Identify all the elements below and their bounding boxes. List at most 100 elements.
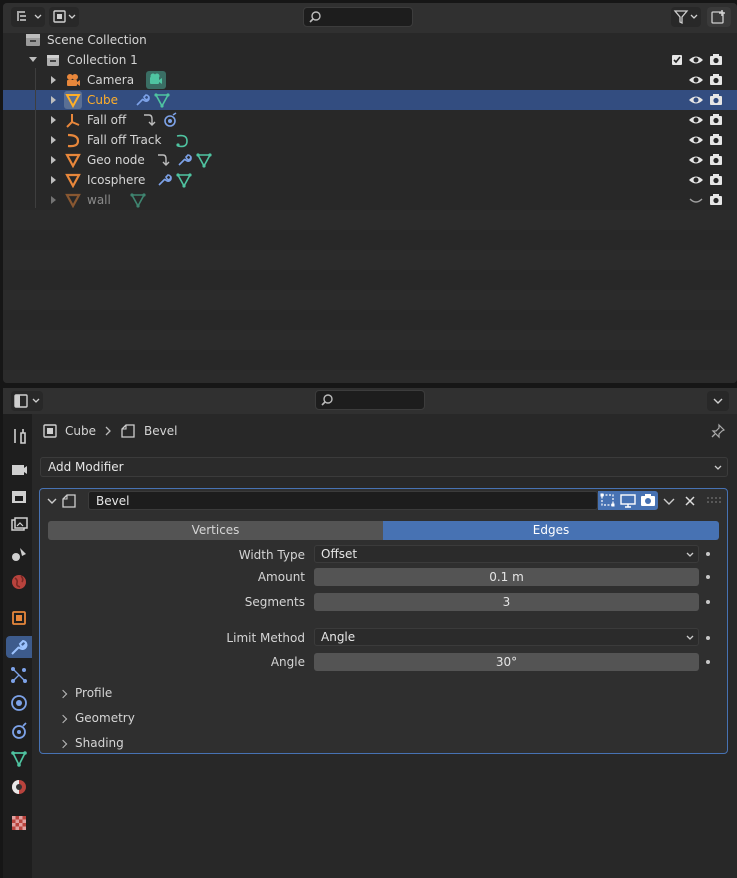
constraint-icon[interactable] xyxy=(142,112,158,128)
limit-method-dropdown[interactable]: Angle xyxy=(314,628,699,646)
expand-arrow-icon[interactable] xyxy=(51,176,56,184)
chevron-down-icon xyxy=(714,465,722,470)
physics-tab-icon[interactable] xyxy=(9,693,29,713)
outliner-row-icosphere[interactable]: Icosphere xyxy=(3,170,737,190)
chevron-down-icon[interactable] xyxy=(662,494,676,508)
camera-render-icon[interactable] xyxy=(708,92,724,108)
camera-render-icon[interactable] xyxy=(708,132,724,148)
expand-arrow-icon[interactable] xyxy=(51,156,56,164)
outliner-row-collection-1[interactable]: Collection 1 xyxy=(3,50,737,70)
render-toggle[interactable] xyxy=(638,491,658,510)
outliner-row-cube[interactable]: Cube xyxy=(3,90,737,110)
wrench-modifier-icon[interactable] xyxy=(176,152,192,168)
width-type-dropdown[interactable]: Offset xyxy=(314,545,699,563)
affect-tab-vertices[interactable]: Vertices xyxy=(48,521,383,540)
material-tab-icon[interactable] xyxy=(9,777,29,797)
mesh-data-icon[interactable] xyxy=(196,152,212,168)
keyframe-dot-icon[interactable] xyxy=(706,636,710,640)
render-tab-icon[interactable] xyxy=(9,459,29,479)
outliner-row-fall-off-track[interactable]: Fall off Track xyxy=(3,130,737,150)
tool-tab-icon[interactable] xyxy=(9,426,29,446)
object-icon xyxy=(43,424,57,438)
force-field-icon[interactable] xyxy=(162,112,178,128)
object-tab-icon[interactable] xyxy=(9,608,29,628)
edit-mode-toggle[interactable] xyxy=(598,491,618,510)
outliner-row-camera[interactable]: Camera xyxy=(3,70,737,90)
row-label: Scene Collection xyxy=(47,33,147,47)
outliner-row-scene-collection[interactable]: Scene Collection xyxy=(3,30,737,50)
mesh-data-icon[interactable] xyxy=(154,92,170,108)
texture-tab-icon[interactable] xyxy=(9,813,29,833)
add-modifier-dropdown[interactable]: Add Modifier xyxy=(40,457,728,477)
display-mode-button[interactable] xyxy=(49,7,79,27)
affect-tab-edges[interactable]: Edges xyxy=(383,521,719,540)
wrench-modifier-icon[interactable] xyxy=(134,92,150,108)
chevron-right-icon xyxy=(58,714,68,724)
subpanel-shading[interactable]: Shading xyxy=(50,735,650,753)
new-collection-button[interactable] xyxy=(707,7,731,27)
outliner-search-input[interactable] xyxy=(303,7,413,27)
constraint-icon[interactable] xyxy=(156,152,172,168)
editor-type-button[interactable] xyxy=(11,391,43,411)
camera-render-icon[interactable] xyxy=(708,192,724,208)
expand-arrow-icon[interactable] xyxy=(51,116,56,124)
close-icon[interactable] xyxy=(683,494,697,508)
eye-icon[interactable] xyxy=(688,52,704,68)
expand-arrow-icon[interactable] xyxy=(51,136,56,144)
subpanel-profile[interactable]: Profile xyxy=(50,685,650,703)
breadcrumb-object[interactable]: Cube xyxy=(65,424,96,438)
camera-render-icon[interactable] xyxy=(708,112,724,128)
pin-icon[interactable] xyxy=(710,423,726,439)
viewport-display-toggle[interactable] xyxy=(618,491,638,510)
expand-arrow-icon[interactable] xyxy=(51,76,56,84)
breadcrumb-modifier[interactable]: Bevel xyxy=(144,424,177,438)
eye-icon[interactable] xyxy=(688,152,704,168)
chevron-down-icon xyxy=(686,552,694,557)
options-dropdown-button[interactable] xyxy=(707,391,729,411)
collapse-arrow-icon[interactable] xyxy=(29,57,37,62)
properties-search-input[interactable] xyxy=(315,390,425,410)
curve-data-icon[interactable] xyxy=(174,132,190,148)
angle-field[interactable]: 30° xyxy=(314,653,699,671)
keyframe-dot-icon[interactable] xyxy=(706,552,710,556)
eye-icon[interactable] xyxy=(688,172,704,188)
expand-arrow-icon[interactable] xyxy=(51,96,56,104)
constraints-tab-icon[interactable] xyxy=(9,721,29,741)
expand-arrow-icon[interactable] xyxy=(51,196,56,204)
keyframe-dot-icon[interactable] xyxy=(706,660,710,664)
monitor-icon xyxy=(620,494,636,508)
camera-data-icon[interactable] xyxy=(146,71,166,89)
editor-type-button[interactable] xyxy=(11,7,45,27)
outliner-row-wall[interactable]: wall xyxy=(3,190,737,210)
data-tab-icon[interactable] xyxy=(9,749,29,769)
camera-render-icon[interactable] xyxy=(708,72,724,88)
amount-field[interactable]: 0.1 m xyxy=(314,568,699,586)
camera-render-icon[interactable] xyxy=(708,152,724,168)
keyframe-dot-icon[interactable] xyxy=(706,575,710,579)
keyframe-dot-icon[interactable] xyxy=(706,600,710,604)
eye-icon[interactable] xyxy=(688,132,704,148)
wrench-modifier-icon[interactable] xyxy=(156,172,172,188)
drag-handle-icon[interactable] xyxy=(706,496,722,506)
filter-button[interactable] xyxy=(671,7,701,27)
new-collection-icon xyxy=(711,10,725,24)
tree-guide-line xyxy=(35,68,36,208)
checkbox-checked-icon[interactable] xyxy=(669,52,685,68)
subpanel-geometry[interactable]: Geometry xyxy=(50,710,650,728)
camera-render-icon[interactable] xyxy=(708,52,724,68)
segments-field[interactable]: 3 xyxy=(314,593,699,611)
outliner-row-geo-node[interactable]: Geo node xyxy=(3,150,737,170)
segments-label: Segments xyxy=(244,595,305,609)
camera-render-icon[interactable] xyxy=(708,172,724,188)
view-layer-tab-icon[interactable] xyxy=(9,515,29,535)
eye-closed-icon[interactable] xyxy=(688,192,704,208)
outliner-row-fall-off[interactable]: Fall off xyxy=(3,110,737,130)
modifier-name-field[interactable]: Bevel xyxy=(88,491,598,510)
mesh-data-icon[interactable] xyxy=(130,192,146,208)
eye-icon[interactable] xyxy=(688,112,704,128)
eye-icon[interactable] xyxy=(688,92,704,108)
mesh-data-icon[interactable] xyxy=(176,172,192,188)
collapse-chevron-icon[interactable] xyxy=(46,495,58,507)
eye-icon[interactable] xyxy=(688,72,704,88)
output-tab-icon[interactable] xyxy=(9,487,29,507)
